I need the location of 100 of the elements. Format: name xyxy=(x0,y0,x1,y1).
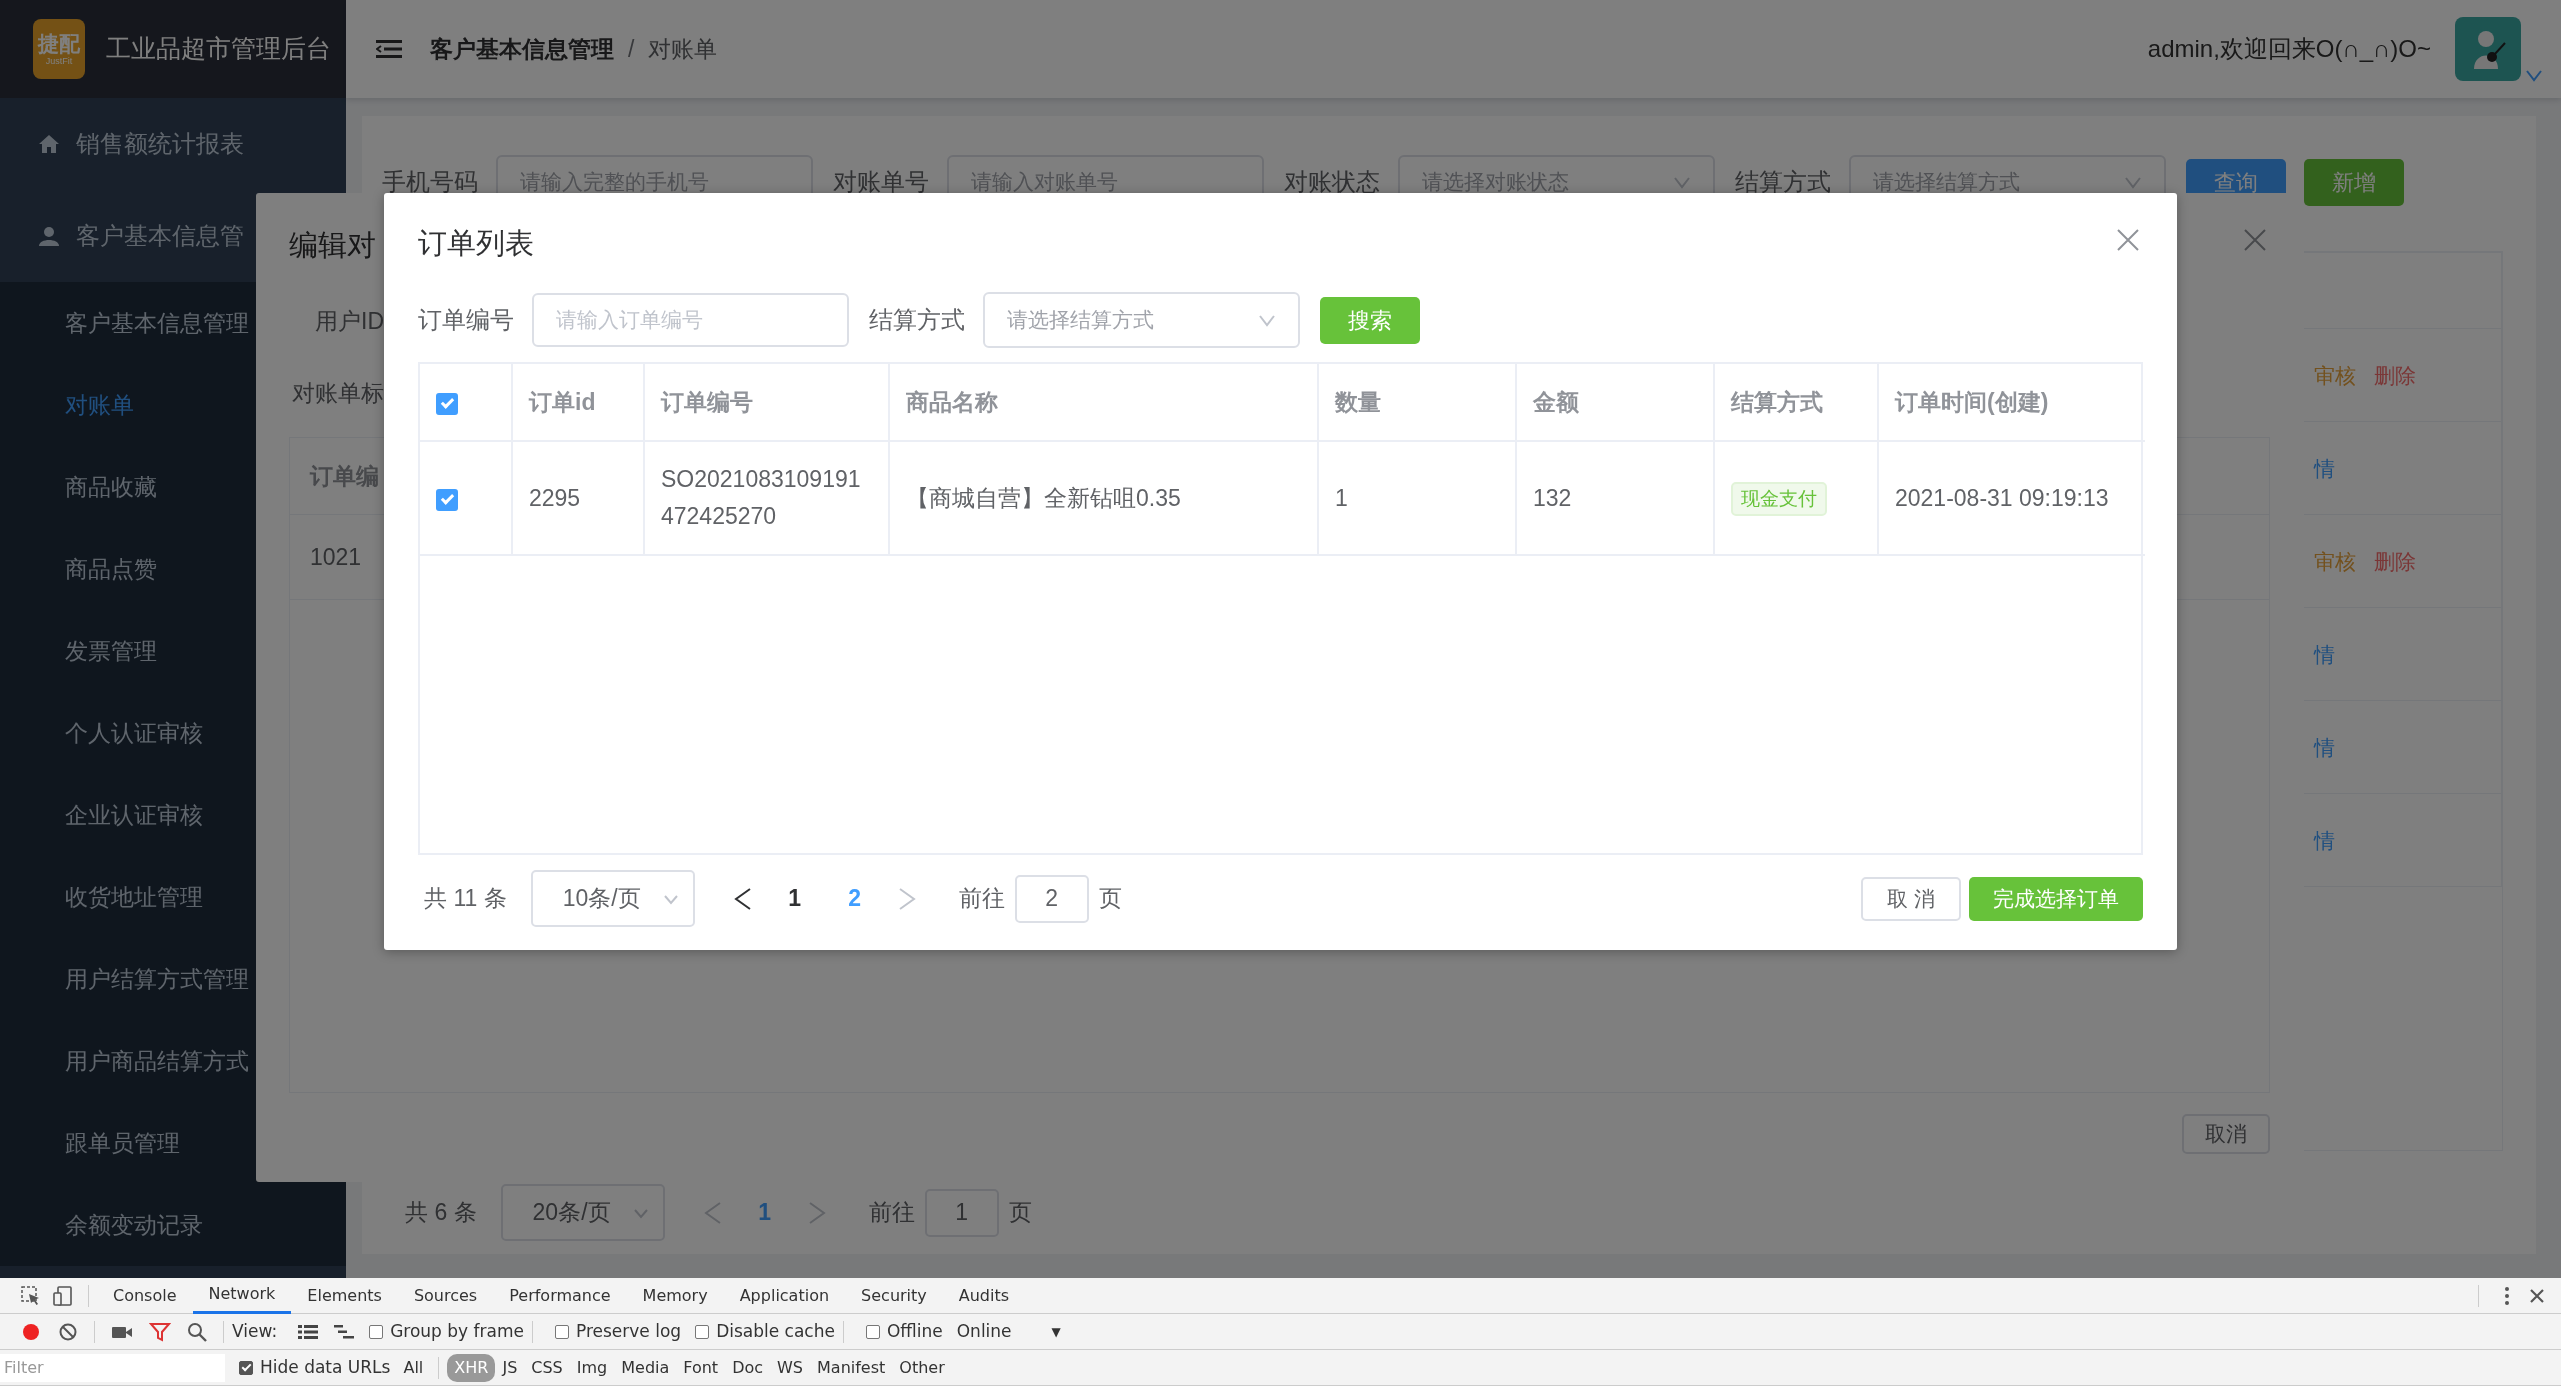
confirm-button[interactable]: 完成选择订单 xyxy=(1969,876,2143,921)
field-label: 对账单号 xyxy=(833,167,929,197)
select-field[interactable]: 请选择结算方式 xyxy=(983,292,1300,348)
close-icon[interactable] xyxy=(2115,227,2141,253)
devtools-tab[interactable]: Elements xyxy=(291,1277,398,1314)
devtools-tab[interactable]: Security xyxy=(845,1277,943,1314)
column-header: 数量 xyxy=(1318,364,1516,441)
page-number[interactable]: 1 xyxy=(734,1195,795,1230)
caret-icon[interactable]: ▼ xyxy=(1051,1322,1061,1341)
checkbox-label: Offline xyxy=(886,1319,943,1343)
type-filter[interactable]: Other xyxy=(892,1353,952,1382)
column-header: 结算方式 xyxy=(1714,364,1878,441)
devtools-tab[interactable]: Memory xyxy=(626,1277,724,1314)
devtools-tab[interactable]: Console xyxy=(97,1277,193,1314)
user-icon xyxy=(38,225,60,247)
devtools-tab[interactable]: Network xyxy=(192,1277,292,1314)
checkbox[interactable] xyxy=(695,1324,710,1339)
type-filter[interactable]: All xyxy=(396,1353,431,1382)
avatar-icon[interactable] xyxy=(2455,17,2521,81)
checkbox[interactable] xyxy=(239,1360,253,1375)
action-link[interactable]: 情 xyxy=(2314,828,2335,852)
checkbox-label: Preserve log xyxy=(575,1319,682,1343)
action-link[interactable]: 审核 xyxy=(2314,549,2356,573)
checkbox-label: Disable cache xyxy=(716,1319,835,1343)
checkbox[interactable] xyxy=(436,392,458,415)
action-link[interactable]: 情 xyxy=(2314,456,2335,480)
type-filter[interactable]: Font xyxy=(676,1353,726,1382)
throttle-select[interactable]: Online xyxy=(956,1318,1012,1345)
checkbox[interactable] xyxy=(436,488,458,511)
page-number[interactable]: 1 xyxy=(764,881,825,916)
total-count: 共 11 条 xyxy=(424,884,507,914)
page-size-select[interactable]: 10条/页 xyxy=(530,870,695,927)
logo: 捷配 JustFit xyxy=(33,19,85,79)
type-filter[interactable]: WS xyxy=(770,1353,811,1382)
add-button[interactable]: 新增 xyxy=(2304,158,2404,206)
devtools-tab[interactable]: Sources xyxy=(397,1277,494,1314)
devtools-tab[interactable]: Performance xyxy=(493,1277,627,1314)
type-filter[interactable]: XHR xyxy=(447,1353,496,1382)
filter-field[interactable]: Filter xyxy=(0,1353,225,1382)
clear-icon[interactable] xyxy=(58,1321,78,1342)
search-button[interactable]: 搜索 xyxy=(1320,296,1420,344)
type-filter[interactable]: Media xyxy=(614,1353,677,1382)
type-filter[interactable]: Manifest xyxy=(810,1353,893,1382)
home-icon xyxy=(38,133,60,155)
submenu-item[interactable]: 余额变动记录 xyxy=(0,1184,346,1266)
column-header: 订单时间(创建) xyxy=(1878,364,2145,441)
column-header: 商品名称 xyxy=(889,364,1318,441)
page-suffix: 页 xyxy=(1008,1198,1032,1228)
breadcrumb-separator: / xyxy=(628,34,635,64)
action-link[interactable]: 情 xyxy=(2314,735,2335,759)
page-input[interactable]: 1 xyxy=(924,1188,999,1237)
checkbox[interactable] xyxy=(369,1324,384,1339)
field-label: 订单编号 xyxy=(418,305,514,335)
checkbox-label: Hide data URLs xyxy=(260,1355,391,1379)
field-label: 手机号码 xyxy=(382,167,478,197)
column-header: 金额 xyxy=(1516,364,1714,441)
list-view-icon[interactable] xyxy=(297,1323,320,1340)
menu-icon[interactable] xyxy=(376,38,402,60)
type-filter[interactable]: CSS xyxy=(524,1353,570,1382)
action-link[interactable]: 删除 xyxy=(2374,549,2416,573)
type-filter[interactable]: JS xyxy=(495,1353,525,1382)
table-cell-text: 1 xyxy=(1335,483,1349,513)
table-cell-text: 2295 xyxy=(529,483,582,513)
filter-icon[interactable] xyxy=(149,1321,171,1342)
device-icon[interactable] xyxy=(52,1284,74,1307)
payment-tag: 现金支付 xyxy=(1731,481,1827,517)
waterfall-icon[interactable] xyxy=(333,1323,356,1340)
goto-label: 前往 xyxy=(958,884,1005,914)
devtools-tab[interactable]: Application xyxy=(723,1277,846,1314)
table-cell-text: 2021-08-31 09:19:13 xyxy=(1895,483,2110,513)
column-header: 订单编号 xyxy=(644,364,889,441)
dialog-title: 订单列表 xyxy=(418,226,534,261)
total-count: 共 6 条 xyxy=(405,1198,477,1228)
breadcrumb-item[interactable]: 客户基本信息管理 xyxy=(430,31,614,67)
cancel-button[interactable]: 取消 xyxy=(2182,1114,2270,1154)
cancel-button[interactable]: 取 消 xyxy=(1861,876,1961,921)
action-link[interactable]: 审核 xyxy=(2314,363,2356,387)
field-label: 对账状态 xyxy=(1284,167,1380,197)
page-input[interactable]: 2 xyxy=(1014,874,1089,923)
checkbox-label: Group by frame xyxy=(390,1319,524,1343)
type-filter[interactable]: Doc xyxy=(725,1353,771,1382)
field-label: 结算方式 xyxy=(1735,167,1831,197)
column-header: 订单id xyxy=(512,364,644,441)
type-filter[interactable]: Img xyxy=(569,1353,615,1382)
page-number[interactable]: 2 xyxy=(824,881,885,916)
goto-label: 前往 xyxy=(868,1198,915,1228)
page-size-select[interactable]: 20条/页 xyxy=(500,1184,665,1241)
menu-item[interactable]: 销售额统计报表 xyxy=(76,126,244,162)
action-link[interactable]: 删除 xyxy=(2374,363,2416,387)
page-suffix: 页 xyxy=(1098,884,1122,914)
devtools-tab[interactable]: Audits xyxy=(942,1277,1026,1314)
table-cell-text: 【商城自营】全新钻咀0.35 xyxy=(906,483,1182,513)
search-icon[interactable] xyxy=(187,1321,207,1342)
checkbox[interactable] xyxy=(554,1324,569,1339)
table-cell-text: 132 xyxy=(1533,483,1573,513)
input-field[interactable]: 请输入订单编号 xyxy=(532,293,849,347)
dialog-title: 编辑对 xyxy=(289,228,376,263)
menu-item[interactable]: 客户基本信息管 xyxy=(76,218,244,254)
action-link[interactable]: 情 xyxy=(2314,642,2335,666)
checkbox[interactable] xyxy=(865,1324,880,1339)
